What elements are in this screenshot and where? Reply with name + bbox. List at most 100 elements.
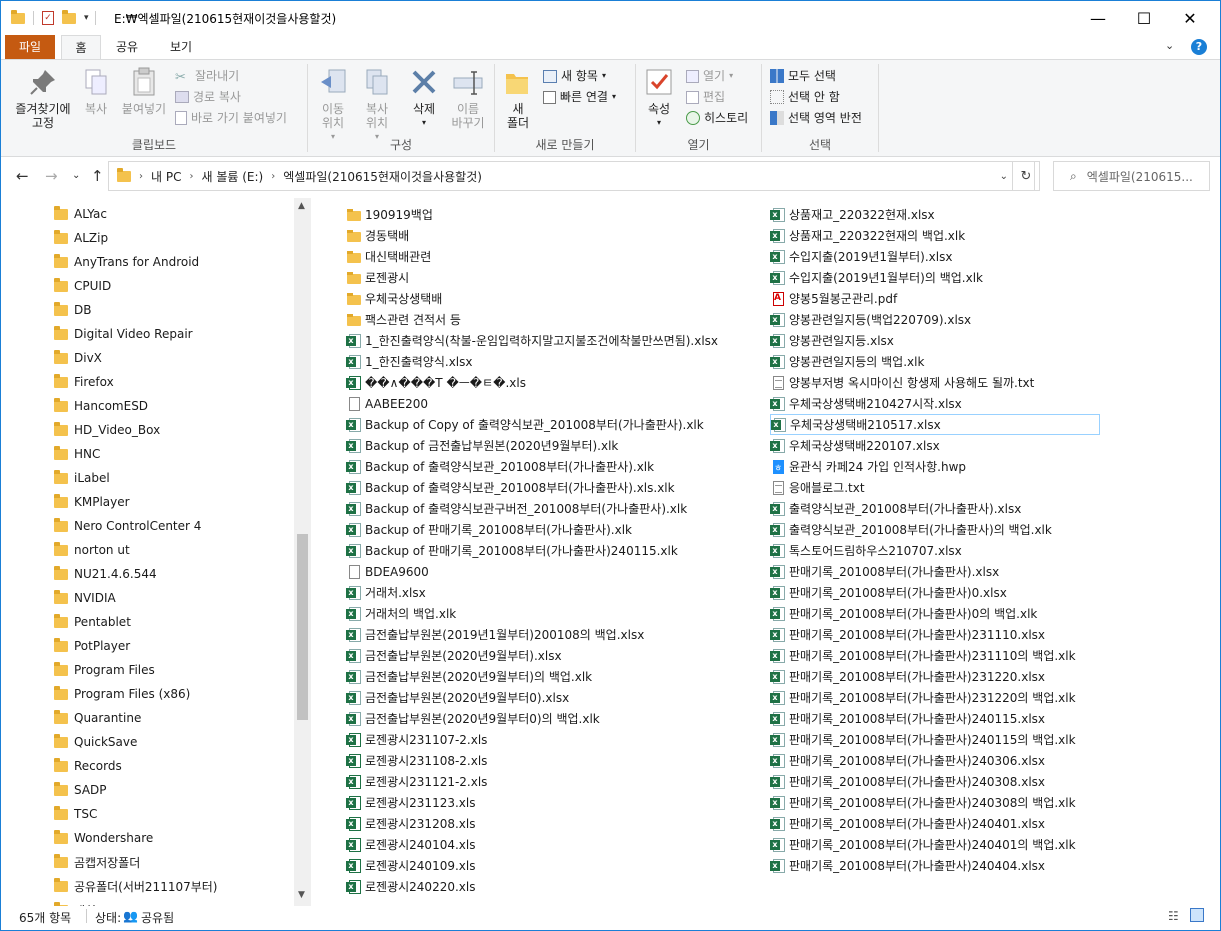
file-item[interactable]: 판매기록_201008부터(가나출판사)0의 백업.xlk: [770, 603, 1037, 624]
file-item[interactable]: 양봉관련일지등(백업220709).xlsx: [770, 309, 971, 330]
file-item[interactable]: Backup of 판매기록_201008부터(가나출판사).xlk: [346, 519, 632, 540]
rename-button[interactable]: 이름 바꾸기: [446, 66, 490, 130]
sidebar-item[interactable]: Program Files: [54, 658, 155, 682]
file-item[interactable]: ��∧���T �ㅡ�ㅌ�.xls: [346, 372, 526, 393]
file-item[interactable]: 판매기록_201008부터(가나출판사)240115.xlsx: [770, 708, 1045, 729]
minimize-button[interactable]: —: [1075, 1, 1121, 35]
file-item[interactable]: 판매기록_201008부터(가나출판사).xlsx: [770, 561, 999, 582]
invert-selection-button[interactable]: 선택 영역 반전: [770, 108, 862, 128]
file-item[interactable]: 로젠광시231123.xls: [346, 792, 475, 813]
file-item[interactable]: 1_한진출력양식(착불-운임입력하지말고지불조건에착불만쓰면됨).xlsx: [346, 330, 718, 351]
copy-to-button[interactable]: 복사 위치 ▾: [356, 66, 398, 144]
sidebar-item[interactable]: Pentablet: [54, 610, 131, 634]
file-item[interactable]: 판매기록_201008부터(가나출판사)240115의 백업.xlk: [770, 729, 1076, 750]
file-item[interactable]: 응애블로그.txt: [770, 477, 865, 498]
file-item[interactable]: 금전출납부원본(2020년9월부터0).xlsx: [346, 687, 569, 708]
tab-share[interactable]: 공유: [107, 35, 147, 59]
sidebar-item[interactable]: KMPlayer: [54, 490, 130, 514]
sidebar-item[interactable]: TSC: [54, 802, 97, 826]
sidebar-item[interactable]: Quarantine: [54, 706, 141, 730]
sidebar-item[interactable]: Program Files (x86): [54, 682, 190, 706]
up-arrow-icon[interactable]: ↑: [91, 167, 104, 185]
maximize-button[interactable]: ☐: [1121, 1, 1167, 35]
file-item[interactable]: 팩스관련 견적서 등: [346, 309, 461, 330]
file-item[interactable]: Backup of 출력양식보관_201008부터(가나출판사).xlk: [346, 456, 654, 477]
file-item[interactable]: Backup of 출력양식보관_201008부터(가나출판사).xls.xlk: [346, 477, 675, 498]
copy-button[interactable]: 복사: [79, 66, 113, 116]
tab-file[interactable]: 파일: [5, 35, 55, 59]
file-item[interactable]: 금전출납부원본(2020년9월부터)의 백업.xlk: [346, 666, 592, 687]
properties-quick-icon[interactable]: ✓: [42, 11, 54, 25]
back-arrow-icon[interactable]: ←: [16, 167, 29, 185]
select-all-button[interactable]: 모두 선택: [770, 66, 836, 86]
file-item[interactable]: 상품재고_220322현재.xlsx: [770, 204, 935, 225]
file-item[interactable]: 출력양식보관_201008부터(가나출판사)의 백업.xlk: [770, 519, 1052, 540]
file-item[interactable]: 금전출납부원본(2020년9월부터).xlsx: [346, 645, 562, 666]
file-item[interactable]: 로젠광시231121-2.xls: [346, 771, 487, 792]
collapse-ribbon-icon[interactable]: ⌄: [1165, 39, 1174, 52]
file-item[interactable]: 우체국상생택배: [346, 288, 442, 309]
file-item[interactable]: 190919백업: [346, 204, 433, 225]
sidebar-item[interactable]: DivX: [54, 346, 102, 370]
sidebar-item[interactable]: 패치: [54, 898, 96, 906]
file-item[interactable]: Backup of Copy of 출력양식보관_201008부터(가나출판사)…: [346, 414, 704, 435]
open-button[interactable]: 열기 ▾: [686, 66, 733, 86]
scroll-down-icon[interactable]: ▼: [298, 890, 305, 900]
delete-button[interactable]: 삭제 ▾: [406, 66, 442, 130]
sidebar-item[interactable]: Firefox: [54, 370, 114, 394]
sidebar-item[interactable]: Records: [54, 754, 122, 778]
file-item[interactable]: 판매기록_201008부터(가나출판사)240308의 백업.xlk: [770, 792, 1076, 813]
file-item[interactable]: 로젠광시240109.xls: [346, 855, 475, 876]
file-item[interactable]: 로젠광시231107-2.xls: [346, 729, 487, 750]
sidebar-item[interactable]: HancomESD: [54, 394, 148, 418]
sidebar-item[interactable]: Wondershare: [54, 826, 153, 850]
file-item[interactable]: 판매기록_201008부터(가나출판사)231110의 백업.xlk: [770, 645, 1076, 666]
search-box[interactable]: ⌕ 엑셀파일(210615...: [1053, 161, 1210, 191]
file-item[interactable]: 로젠광시231108-2.xls: [346, 750, 487, 771]
file-item[interactable]: 수입지출(2019년1월부터).xlsx: [770, 246, 952, 267]
file-item[interactable]: 양봉관련일지등의 백업.xlk: [770, 351, 924, 372]
file-item[interactable]: 출력양식보관_201008부터(가나출판사).xlsx: [770, 498, 1021, 519]
pin-to-quick-access-button[interactable]: 즐겨찾기에 고정: [7, 66, 79, 130]
file-item[interactable]: Backup of 금전출납부원본(2020년9월부터).xlk: [346, 435, 618, 456]
address-dropdown-icon[interactable]: ⌄: [1000, 171, 1008, 182]
file-item[interactable]: 상품재고_220322현재의 백업.xlk: [770, 225, 965, 246]
file-item[interactable]: 판매기록_201008부터(가나출판사)240308.xlsx: [770, 771, 1045, 792]
sidebar-item[interactable]: QuickSave: [54, 730, 137, 754]
file-item[interactable]: 판매기록_201008부터(가나출판사)240306.xlsx: [770, 750, 1045, 771]
scroll-up-icon[interactable]: ▲: [298, 201, 305, 211]
file-item[interactable]: 거래처.xlsx: [346, 582, 426, 603]
close-button[interactable]: ✕: [1167, 1, 1213, 35]
file-item[interactable]: 톡스토어드림하우스210707.xlsx: [770, 540, 962, 561]
tab-view[interactable]: 보기: [159, 35, 203, 59]
refresh-icon[interactable]: ↻: [1012, 161, 1040, 191]
sidebar-item[interactable]: SADP: [54, 778, 107, 802]
sidebar-item[interactable]: 공유폴더(서버211107부터): [54, 874, 218, 898]
paste-button[interactable]: 붙여넣기: [117, 66, 171, 116]
file-item[interactable]: 판매기록_201008부터(가나출판사)240401.xlsx: [770, 813, 1045, 834]
file-item[interactable]: 1_한진출력양식.xlsx: [346, 351, 472, 372]
file-item[interactable]: 금전출납부원본(2020년9월부터0)의 백업.xlk: [346, 708, 600, 729]
address-bar[interactable]: › 내 PC › 새 볼륨 (E:) › 엑셀파일(210615현재이것을사용할…: [108, 161, 1035, 191]
file-item[interactable]: 판매기록_201008부터(가나출판사)240404.xlsx: [770, 855, 1045, 876]
sidebar-item[interactable]: norton ut: [54, 538, 130, 562]
properties-button[interactable]: 속성 ▾: [640, 66, 678, 130]
file-item[interactable]: 로젠광시231208.xls: [346, 813, 475, 834]
scrollbar-thumb[interactable]: [297, 534, 308, 720]
sidebar-item[interactable]: HNC: [54, 442, 100, 466]
navigation-scrollbar[interactable]: ▲ ▼: [294, 198, 311, 906]
select-none-button[interactable]: 선택 안 함: [770, 87, 840, 107]
sidebar-item[interactable]: PotPlayer: [54, 634, 130, 658]
paste-shortcut-button[interactable]: 바로 가기 붙여넣기: [175, 108, 287, 128]
file-item[interactable]: 양봉부저병 옥시마이신 항생제 사용해도 될까.txt: [770, 372, 1034, 393]
recent-locations-chevron-icon[interactable]: ⌄: [72, 170, 80, 181]
file-item[interactable]: 대신택배관련: [346, 246, 431, 267]
file-item[interactable]: 양봉5월봉군관리.pdf: [770, 288, 897, 309]
sidebar-item[interactable]: DB: [54, 298, 91, 322]
file-item[interactable]: 경동택배: [346, 225, 409, 246]
history-button[interactable]: 히스토리: [686, 108, 748, 128]
file-item[interactable]: 금전출납부원본(2019년1월부터)200108의 백업.xlsx: [346, 624, 644, 645]
sidebar-item[interactable]: HD_Video_Box: [54, 418, 160, 442]
tab-home[interactable]: 홈: [61, 35, 101, 60]
file-item[interactable]: 우체국상생택배220107.xlsx: [770, 435, 940, 456]
